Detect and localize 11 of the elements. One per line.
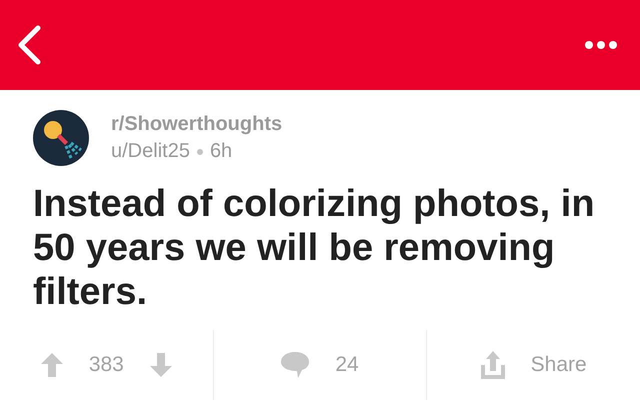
subreddit-avatar[interactable] <box>33 110 89 166</box>
vote-score: 383 <box>88 353 124 377</box>
post-title: Instead of colorizing photos, in 50 years we will be removing filters. <box>33 182 596 314</box>
author-name[interactable]: u/Delit25 <box>111 140 190 163</box>
share-icon <box>480 351 505 379</box>
comment-count: 24 <box>335 353 359 377</box>
share-button[interactable]: Share <box>480 351 587 379</box>
subreddit-name[interactable]: r/Showerthoughts <box>111 113 282 136</box>
post-time: 6h <box>210 140 232 163</box>
more-button[interactable] <box>584 40 618 50</box>
separator-dot <box>196 148 203 154</box>
